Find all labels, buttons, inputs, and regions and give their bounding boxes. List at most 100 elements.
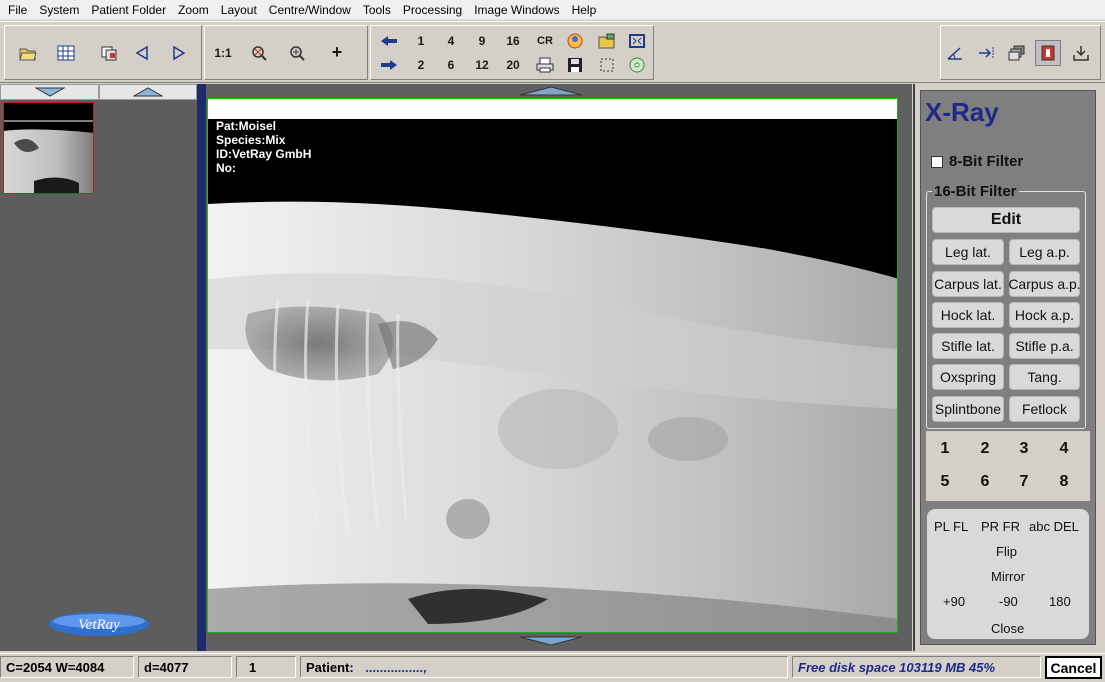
annot-pl-fl-button[interactable]: PL FL <box>934 519 968 534</box>
layout-9-button[interactable]: 9 <box>470 30 494 52</box>
toolbar-group-layout: 1 4 9 16 2 6 12 20 CR <box>370 25 654 80</box>
preset-hock-ap-button[interactable]: Hock a.p. <box>1009 302 1080 328</box>
preset-carpus-lat-button[interactable]: Carpus lat. <box>932 271 1004 297</box>
thumbnail-panel: VetRay <box>0 84 197 651</box>
windows-button[interactable] <box>1005 42 1029 64</box>
thumbnail-scroll-down[interactable] <box>0 84 99 100</box>
number-button-5[interactable]: 5 <box>930 470 960 494</box>
filter-16bit-group: 16-Bit Filter Edit Leg lat. Leg a.p. Car… <box>926 183 1086 429</box>
filter-8bit-checkbox[interactable]: 8-Bit Filter <box>931 153 1023 170</box>
menu-help[interactable]: Help <box>566 0 603 20</box>
image-thumbnail[interactable] <box>3 102 94 194</box>
preset-leg-ap-button[interactable]: Leg a.p. <box>1009 239 1080 265</box>
download-button[interactable] <box>1069 42 1093 64</box>
save-button[interactable] <box>563 54 587 76</box>
cr-button[interactable]: CR <box>533 30 557 52</box>
layout-4-button[interactable]: 4 <box>439 30 463 52</box>
status-patient: Patient: ................, <box>300 656 788 678</box>
select-region-button[interactable] <box>595 54 619 76</box>
scroll-down-arrow-icon[interactable] <box>516 635 586 647</box>
mirror-button[interactable]: Mirror <box>991 569 1025 584</box>
preset-stifle-pa-button[interactable]: Stifle p.a. <box>1009 333 1080 359</box>
grid-icon <box>57 45 75 61</box>
preset-leg-lat-button[interactable]: Leg lat. <box>932 239 1004 265</box>
preset-carpus-ap-button[interactable]: Carpus a.p. <box>1008 271 1081 297</box>
grid-layout-button[interactable] <box>54 42 78 64</box>
thumbnail-scroll-up[interactable] <box>99 84 197 100</box>
download-tray-icon <box>1073 46 1089 61</box>
zoom-region-button[interactable] <box>247 42 271 64</box>
flip-button[interactable]: Flip <box>996 544 1017 559</box>
print-button[interactable] <box>533 54 557 76</box>
rotate-180-button[interactable]: 180 <box>1049 594 1071 609</box>
layout-2-button[interactable]: 2 <box>409 54 433 76</box>
zoom-in-button[interactable] <box>285 42 309 64</box>
menu-tools[interactable]: Tools <box>357 0 397 20</box>
cd-button[interactable] <box>625 54 649 76</box>
status-center-window: C=2054 W=4084 <box>0 656 134 678</box>
number-button-7[interactable]: 7 <box>1009 470 1039 494</box>
measure-angle-button[interactable] <box>943 42 967 64</box>
layout-12-button[interactable]: 12 <box>470 54 494 76</box>
xray-panel-body: X-Ray 8-Bit Filter 16-Bit Filter Edit Le… <box>920 90 1096 645</box>
menu-image-windows[interactable]: Image Windows <box>468 0 565 20</box>
preset-oxspring-button[interactable]: Oxspring <box>932 364 1004 390</box>
chevron-down-icon <box>34 87 65 97</box>
menu-processing[interactable]: Processing <box>397 0 468 20</box>
number-button-1[interactable]: 1 <box>930 437 960 461</box>
menu-bar: File System Patient Folder Zoom Layout C… <box>0 0 1105 20</box>
patient-button[interactable] <box>563 30 587 52</box>
menu-layout[interactable]: Layout <box>215 0 263 20</box>
number-grid: 1 2 3 4 5 6 7 8 <box>926 431 1090 501</box>
layout-1-button[interactable]: 1 <box>409 30 433 52</box>
number-button-4[interactable]: 4 <box>1049 437 1079 461</box>
next-button[interactable] <box>167 42 191 64</box>
crosshair-button[interactable]: + <box>325 41 349 63</box>
arrow-right-button[interactable] <box>377 54 401 76</box>
save-images-button[interactable] <box>97 42 121 64</box>
arrow-left-button[interactable] <box>377 30 401 52</box>
overlay-no: No: <box>216 161 236 175</box>
preset-hock-lat-button[interactable]: Hock lat. <box>932 302 1004 328</box>
checkbox-icon[interactable] <box>931 155 943 168</box>
rotate-plus90-button[interactable]: +90 <box>943 594 965 609</box>
edit-button[interactable]: Edit <box>932 207 1080 233</box>
layout-16-button[interactable]: 16 <box>501 30 525 52</box>
close-button[interactable]: Close <box>991 621 1024 636</box>
number-button-8[interactable]: 8 <box>1049 470 1079 494</box>
annotation-tools: PL FL PR FR abc DEL Flip Mirror +90 -90 … <box>927 509 1089 639</box>
number-button-6[interactable]: 6 <box>970 470 1000 494</box>
folder-search-button[interactable] <box>595 30 619 52</box>
preset-fetlock-button[interactable]: Fetlock <box>1009 396 1080 422</box>
cancel-button[interactable]: Cancel <box>1045 656 1102 679</box>
panel-splitter[interactable] <box>197 84 206 651</box>
fullscreen-button[interactable] <box>625 30 649 52</box>
zoom-1to1-button[interactable]: 1:1 <box>209 42 237 64</box>
open-folder-button[interactable] <box>16 42 40 64</box>
preset-splintbone-button[interactable]: Splintbone <box>932 396 1004 422</box>
annot-pr-fr-button[interactable]: PR FR <box>981 519 1020 534</box>
toolbar-group-zoom: 1:1 + <box>204 25 368 80</box>
previous-button[interactable] <box>130 42 154 64</box>
annot-abc-del-button[interactable]: abc DEL <box>1029 519 1079 534</box>
scroll-up-arrow-icon[interactable] <box>516 85 586 97</box>
number-button-2[interactable]: 2 <box>970 437 1000 461</box>
xray-thumbnail-image <box>4 103 93 193</box>
layout-20-button[interactable]: 20 <box>501 54 525 76</box>
preset-stifle-lat-button[interactable]: Stifle lat. <box>932 333 1004 359</box>
panel-title: X-Ray <box>925 97 999 127</box>
menu-system[interactable]: System <box>33 0 85 20</box>
menu-file[interactable]: File <box>2 0 33 20</box>
preset-tang-button[interactable]: Tang. <box>1009 364 1080 390</box>
layout-6-button[interactable]: 6 <box>439 54 463 76</box>
xray-viewport[interactable]: Owner: Pat:Moisel Species:Mix ID:VetRay … <box>207 98 898 633</box>
menu-patient-folder[interactable]: Patient Folder <box>85 0 172 20</box>
menu-centre-window[interactable]: Centre/Window <box>263 0 357 20</box>
export-button[interactable] <box>975 42 999 64</box>
number-button-3[interactable]: 3 <box>1009 437 1039 461</box>
record-button[interactable] <box>1035 40 1061 66</box>
rotate-minus90-button[interactable]: -90 <box>999 594 1018 609</box>
status-bar: C=2054 W=4084 d=4077 1 Patient: ........… <box>0 653 1105 682</box>
menu-zoom[interactable]: Zoom <box>172 0 215 20</box>
cd-icon <box>629 57 645 73</box>
